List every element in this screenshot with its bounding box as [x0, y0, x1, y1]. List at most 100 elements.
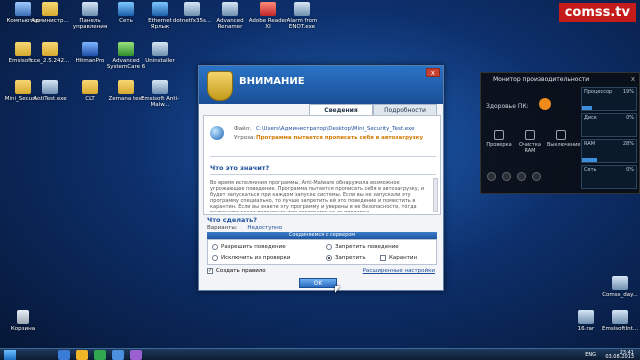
option-allow-label: Разрешить поведение: [221, 244, 286, 250]
desktop-icon[interactable]: Панель управления: [70, 2, 110, 30]
desktop-icon[interactable]: CLT: [70, 80, 110, 102]
clock-date: 03.08.2013: [605, 354, 634, 360]
option-block-label: Запретить: [335, 255, 366, 261]
desktop-icon-label: EmsisoftInt...: [602, 326, 638, 332]
clock[interactable]: 23:41 03.08.2013: [605, 351, 634, 360]
green-icon: [118, 42, 134, 56]
red-icon: [260, 2, 276, 16]
create-rule-label: Создать правило: [216, 268, 266, 274]
desktop-icon[interactable]: 16.rar: [566, 310, 606, 332]
perf-tools: Проверка Очистка RAM Выключение: [485, 130, 580, 154]
option-quarantine-label: Карантин: [389, 255, 418, 261]
social-links: [487, 172, 541, 181]
tab-more-details[interactable]: Подробности: [373, 104, 437, 115]
net-icon: [152, 2, 168, 16]
power-icon: [556, 130, 566, 140]
option-quarantine[interactable]: Карантин: [380, 255, 417, 261]
threat-label: Угроза:: [234, 135, 256, 141]
folder-icon: [42, 42, 58, 56]
desktop-icon[interactable]: EmsisoftInt...: [600, 310, 640, 332]
perf-close-button[interactable]: x: [631, 75, 635, 83]
desktop-icon-label: Администр...: [31, 18, 69, 24]
app-icon: [612, 310, 628, 324]
desktop-icon[interactable]: Администр...: [30, 2, 70, 24]
app-icon: [578, 310, 594, 324]
variants-row: Варианты: Недоступно: [207, 225, 282, 231]
desktop-icon-label: Uninstaller: [145, 58, 175, 64]
desktop-icon[interactable]: cce_2.5.242...: [30, 42, 70, 64]
desktop-icon[interactable]: AntiTest.exe: [30, 80, 70, 102]
create-rule-row[interactable]: ✓ Создать правило: [207, 268, 266, 274]
facebook-icon[interactable]: [502, 172, 511, 181]
taskbar-app-icon[interactable]: [94, 350, 106, 360]
taskbar: ENG 23:41 03.08.2013: [0, 348, 640, 360]
desktop-icon-label: HitmanPro: [75, 58, 105, 64]
scan-button[interactable]: Проверка: [485, 130, 513, 154]
option-allow[interactable]: Разрешить поведение: [212, 244, 286, 250]
shutdown-button[interactable]: Выключение: [547, 130, 580, 154]
checkbox-create-rule[interactable]: ✓: [207, 268, 213, 274]
folder-icon: [82, 80, 98, 94]
meter-percent: 0%: [626, 167, 634, 173]
radio-block-behavior[interactable]: [326, 244, 332, 250]
bin-icon: [17, 310, 29, 324]
divider: [210, 174, 436, 175]
desktop-icon[interactable]: Alarm from ENOT.exe: [282, 2, 322, 30]
desktop-icon-label: Advanced Renamer: [216, 18, 244, 30]
folder-icon: [15, 80, 31, 94]
desktop-icon[interactable]: Uninstaller: [140, 42, 180, 64]
start-button[interactable]: [4, 350, 16, 360]
radio-allow[interactable]: [212, 244, 218, 250]
folder-icon: [118, 80, 134, 94]
option-block[interactable]: Запретить: [326, 255, 366, 261]
file-path: C:\Users\Администратор\Desktop\Mini_Secu…: [256, 126, 415, 132]
desktop-icon[interactable]: Корзина: [3, 310, 43, 332]
desktop-icon[interactable]: HitmanPro: [70, 42, 110, 64]
desktop-icon-label: AntiTest.exe: [33, 96, 67, 102]
globe-icon: [210, 126, 224, 140]
twitter-icon[interactable]: [517, 172, 526, 181]
meter-percent: 19%: [622, 89, 634, 95]
desktop-icon-label: cce_2.5.242...: [30, 58, 70, 64]
brand-logo: comss.tv: [558, 3, 636, 22]
desktop-icon[interactable]: dotnetfx35s...: [172, 2, 212, 24]
perf-title: Монитор производительности: [493, 76, 590, 83]
meter-label: Сеть: [584, 167, 597, 173]
language-indicator[interactable]: ENG: [585, 352, 596, 358]
desktop-icon-label: 16.rar: [577, 326, 595, 332]
meter-label: Процессор: [584, 89, 613, 95]
checkbox-quarantine[interactable]: [380, 255, 386, 261]
radio-block[interactable]: [326, 255, 332, 261]
app-icon: [222, 2, 238, 16]
clean-ram-button[interactable]: Очистка RAM: [516, 130, 544, 154]
threat-value: Программа пытается прописать себя в авто…: [256, 135, 424, 141]
meter-label: Диск: [584, 115, 597, 121]
performance-monitor: Монитор производительности x Здоровье ПК…: [480, 72, 640, 194]
meter: RAM 28%: [581, 139, 637, 163]
desktop-icon[interactable]: Emsisoft Anti-Malw...: [140, 80, 180, 108]
vk-icon[interactable]: [532, 172, 541, 181]
ok-button[interactable]: OK: [299, 278, 337, 288]
taskbar-app-icon[interactable]: [76, 350, 88, 360]
taskbar-app-icon[interactable]: [58, 350, 70, 360]
desktop-icon[interactable]: Advanced Renamer: [210, 2, 250, 30]
health-label: Здоровье ПК:: [486, 103, 529, 110]
close-button[interactable]: x: [426, 68, 440, 77]
connection-bar: Соединяемся с сервером: [207, 232, 437, 239]
shield-icon: [207, 71, 233, 101]
advanced-settings-link[interactable]: Расширенные настройки: [363, 268, 435, 274]
option-exclude[interactable]: Исключить из проверки: [212, 255, 290, 261]
taskbar-app-icon[interactable]: [112, 350, 124, 360]
taskbar-app-icon[interactable]: [130, 350, 142, 360]
description-scrollbar[interactable]: [433, 178, 438, 212]
shutdown-label: Выключение: [547, 142, 581, 148]
tab-details[interactable]: Сведения: [309, 104, 373, 115]
description-text: Во время исполнения программы, Anti-Malw…: [210, 180, 425, 212]
desktop-icon-label: Alarm from ENOT.exe: [286, 18, 318, 30]
app-icon: [184, 2, 200, 16]
desktop-icon[interactable]: Comss_day...: [600, 276, 640, 298]
desktop-icon-label: CLT: [85, 96, 95, 102]
rss-icon[interactable]: [487, 172, 496, 181]
option-block-behavior[interactable]: Запретить поведение: [326, 244, 399, 250]
radio-exclude[interactable]: [212, 255, 218, 261]
